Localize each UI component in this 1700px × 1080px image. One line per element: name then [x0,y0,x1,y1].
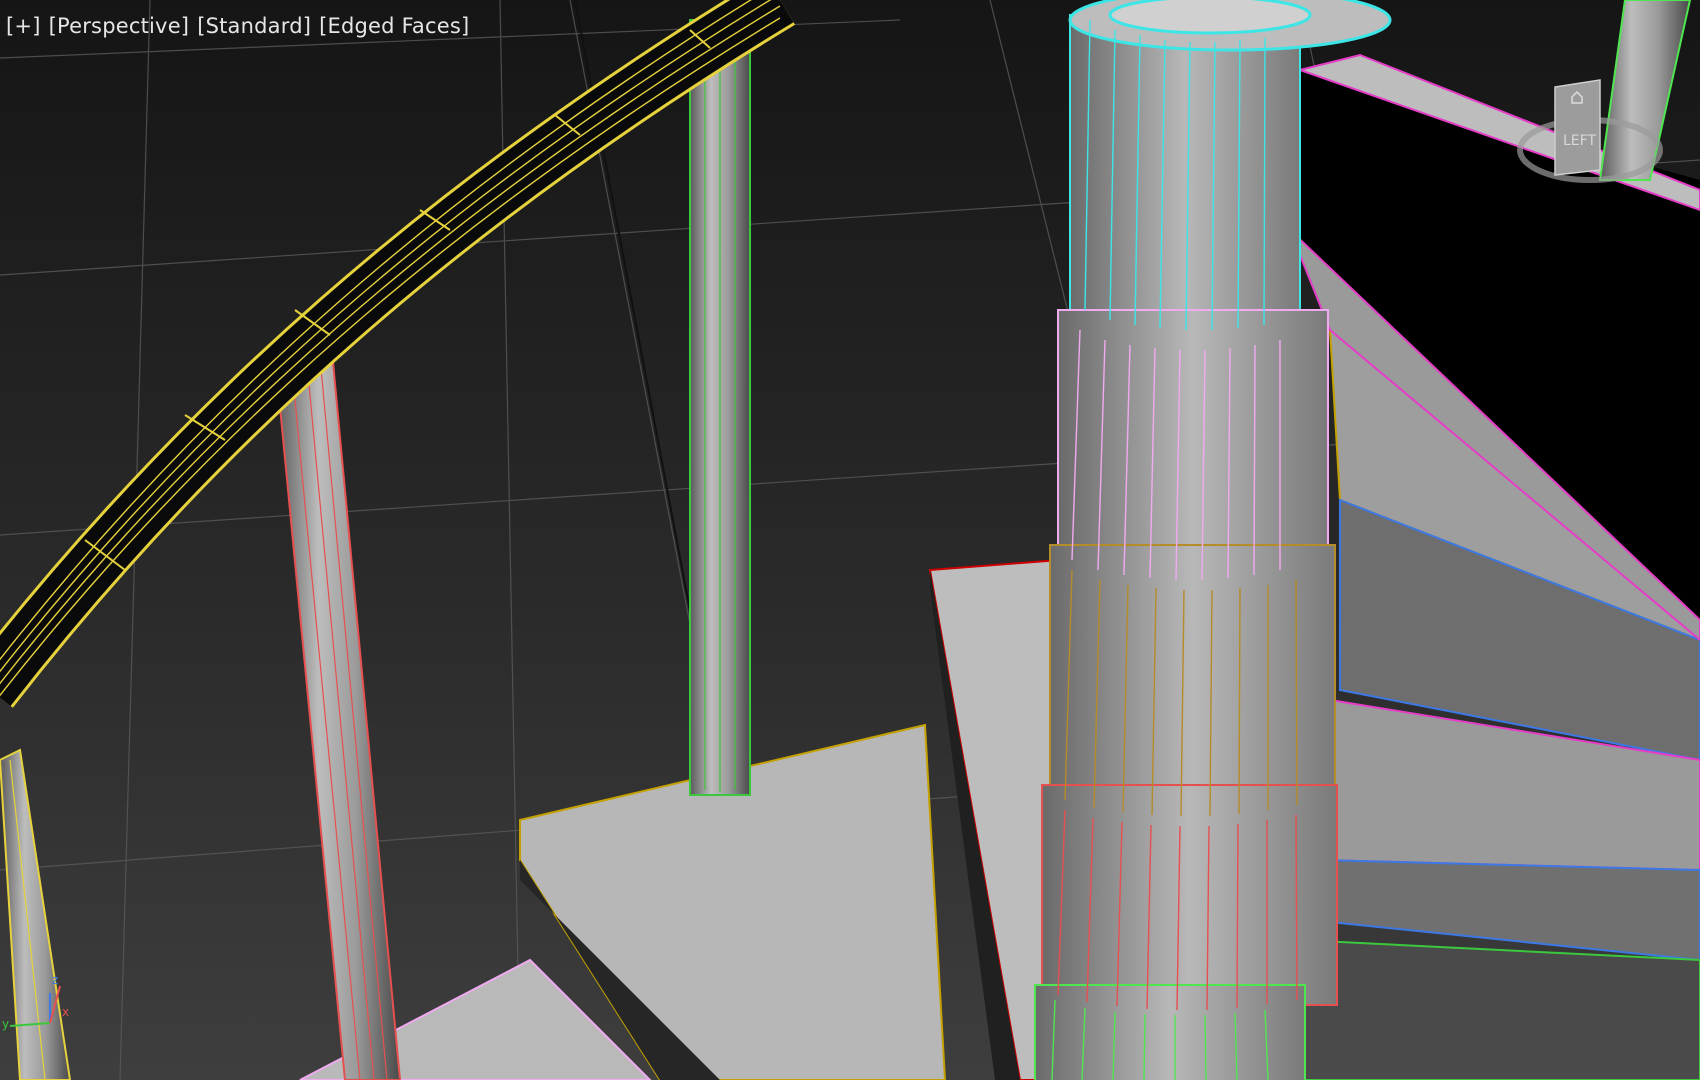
triad-x-label: x [62,1005,69,1019]
viewcube-face [1554,79,1601,176]
scene-render[interactable] [0,0,1700,1080]
perspective-viewport[interactable]: [+] [Perspective] [Standard] [Edged Face… [0,0,1700,1080]
column-segment-red [1041,784,1338,1006]
column-segment-green [1034,984,1306,1080]
viewport-label-menu: [+] [Perspective] [Standard] [Edged Face… [6,14,469,38]
viewport-point-of-view-menu[interactable]: [Perspective] [49,14,190,38]
column-segment-olive [1049,544,1336,811]
viewcube-face-label: LEFT [1563,133,1596,149]
viewcube-icon[interactable]: LEFT [1515,75,1665,215]
axis-triad: z y x [0,968,80,1038]
viewport-plus-menu[interactable]: [+] [6,14,41,38]
column-cap-inner [1108,0,1312,35]
viewport-edges-menu[interactable]: [Edged Faces] [319,14,469,38]
baluster-green [689,19,751,796]
triad-z-label: z [52,973,58,987]
triad-x-axis [9,1022,51,1027]
viewport-shading-menu[interactable]: [Standard] [197,14,311,38]
triad-y-label: y [2,1017,9,1031]
triad-y-axis [49,985,61,1024]
